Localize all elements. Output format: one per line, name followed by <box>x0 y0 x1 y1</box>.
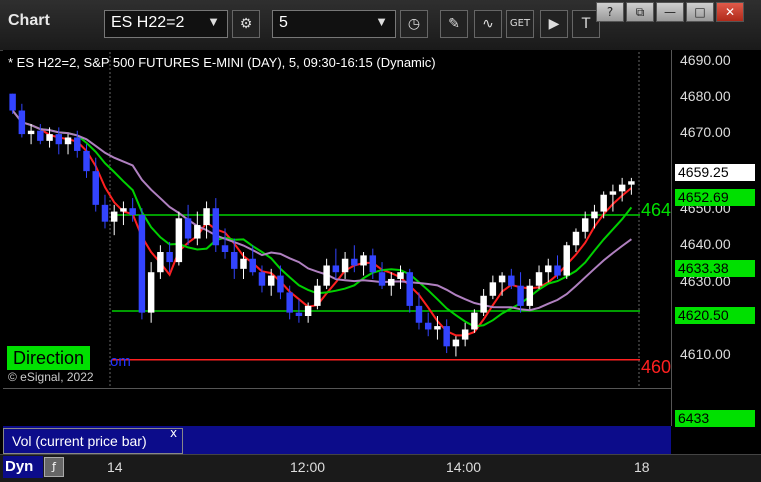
candle-body <box>175 218 183 263</box>
x-tick: 14:00 <box>446 459 482 475</box>
candle-body <box>18 110 26 135</box>
candle-body <box>231 252 238 269</box>
current-price-tag: 4659.25 <box>675 164 755 181</box>
candle-body <box>498 275 506 283</box>
y-tick: 4640.00 <box>680 236 731 252</box>
lower-line-tag: 4620.50 <box>675 307 755 324</box>
copyright: © eSignal, 2022 <box>8 370 94 384</box>
candle-body <box>332 265 340 273</box>
candle-body <box>203 208 210 226</box>
candle-body <box>351 258 358 266</box>
partial-text: om <box>110 353 131 370</box>
candle-body <box>489 282 497 296</box>
candle-body <box>295 312 303 316</box>
candle-body <box>563 245 570 276</box>
candle-body <box>609 191 617 195</box>
candle-body <box>9 93 16 111</box>
candle-body <box>240 258 247 269</box>
candle-body <box>55 134 63 145</box>
candle-body <box>591 211 598 219</box>
candle-body <box>194 225 201 239</box>
ma-tag: 4633.38 <box>675 260 755 277</box>
candle-body <box>526 285 534 306</box>
candle-body <box>628 181 635 185</box>
candle-body <box>443 326 450 347</box>
candle-body <box>480 295 487 313</box>
candle-body <box>581 218 589 232</box>
candle-body <box>415 305 423 323</box>
candle-body <box>101 204 109 222</box>
candle-body <box>83 150 90 172</box>
volume-pane[interactable] <box>3 388 671 427</box>
candle-body <box>618 184 626 192</box>
candle-body <box>600 194 607 212</box>
candle-body <box>64 137 72 145</box>
candle-body <box>341 258 349 273</box>
candle-body <box>27 130 35 135</box>
candle-body <box>517 285 524 306</box>
function-icon[interactable]: ƒ <box>44 457 64 477</box>
candle-body <box>406 272 413 306</box>
upper-line-tag: 4652.69 <box>675 189 755 206</box>
y-tick: 4670.00 <box>680 124 731 140</box>
candle-body <box>508 275 515 286</box>
candle-body <box>258 272 266 286</box>
candle-body <box>535 272 543 286</box>
candle-body <box>461 329 469 340</box>
candle-body <box>166 252 173 263</box>
candle-body <box>37 130 44 141</box>
candle-body <box>129 208 136 215</box>
candle-body <box>92 171 99 205</box>
volume-close-icon[interactable]: x <box>170 426 177 440</box>
candle-body <box>212 208 220 246</box>
candle-body <box>46 134 53 141</box>
candle-body <box>545 265 552 273</box>
candle-body <box>267 275 275 286</box>
candle-body <box>388 278 395 286</box>
candle-body <box>147 272 155 313</box>
chart-header: * ES H22=2, S&P 500 FUTURES E-MINI (DAY)… <box>8 55 436 70</box>
candle-body <box>397 272 404 279</box>
candle-body <box>221 245 229 252</box>
candle-body <box>323 265 330 286</box>
candle-body <box>74 137 81 151</box>
y-tick: 4690.00 <box>680 52 731 68</box>
candle-body <box>424 322 432 330</box>
candle-body <box>378 272 386 286</box>
candle-body <box>314 285 321 306</box>
candle-body <box>157 252 164 273</box>
y-tick: 4680.00 <box>680 88 731 104</box>
x-tick: 12:00 <box>290 459 326 475</box>
candle-body <box>304 305 312 316</box>
candle-body <box>249 258 256 273</box>
candle-body <box>434 326 441 330</box>
candle-body <box>184 218 192 239</box>
candle-body <box>138 214 146 313</box>
green-line-label: 464 <box>641 200 671 220</box>
candle-body <box>360 255 367 266</box>
dyn-button[interactable]: Dyn <box>3 456 43 478</box>
candle-body <box>110 211 118 222</box>
candle-body <box>572 231 580 246</box>
x-tick: 18 <box>634 459 650 475</box>
volume-label: Vol (current price bar) <box>3 428 183 454</box>
candle-body <box>554 265 561 276</box>
candle-body <box>452 339 460 347</box>
y-tick: 4610.00 <box>680 346 731 362</box>
candle-body <box>277 275 284 293</box>
red-line-label: 460 <box>641 357 671 377</box>
direction-label: Direction <box>7 346 91 370</box>
volume-tag: 6433 <box>675 410 755 427</box>
candle-body <box>120 208 127 212</box>
x-tick: 14 <box>107 459 123 475</box>
candle-body <box>471 312 478 330</box>
candle-body <box>286 292 293 313</box>
candle-body <box>369 255 377 273</box>
